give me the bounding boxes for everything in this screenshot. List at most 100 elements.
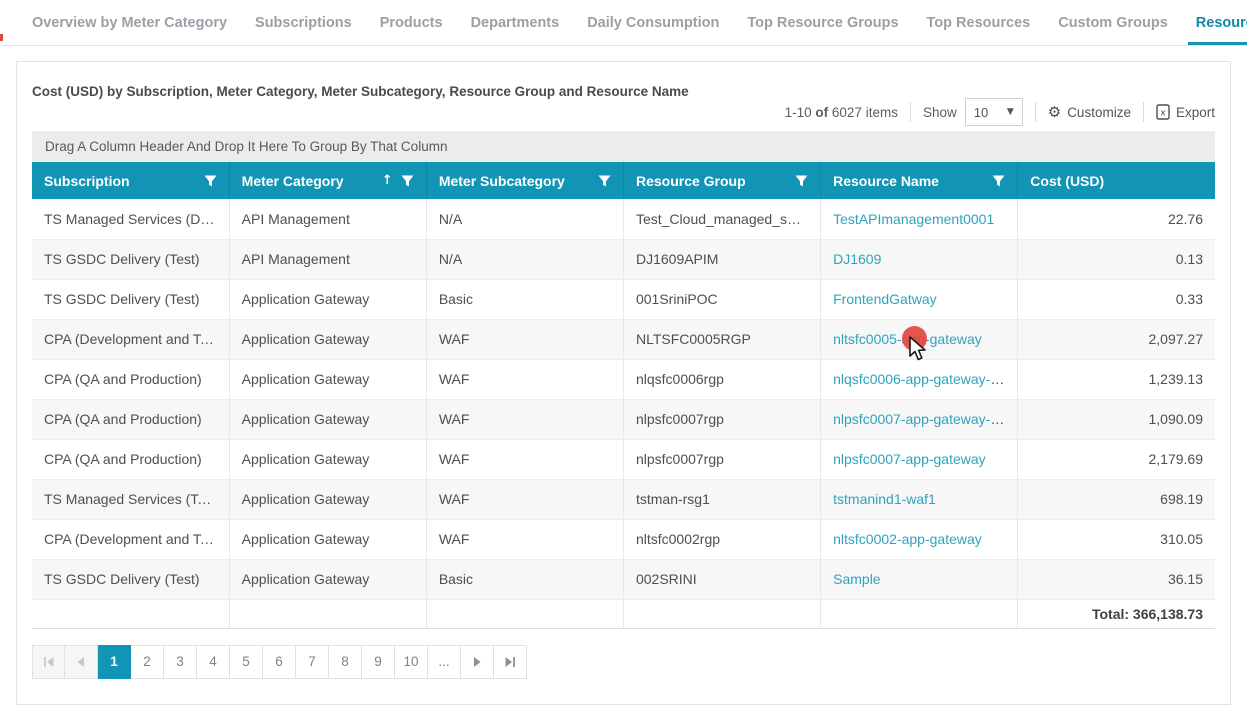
- cell-resource-name: nltsfc0002-app-gateway: [821, 519, 1018, 559]
- tab-resource-list[interactable]: Resource List: [1182, 0, 1247, 45]
- cell-meter-subcategory: WAF: [426, 479, 623, 519]
- toolbar-divider: [1035, 102, 1036, 122]
- cell-resource-group: 002SRINI: [623, 559, 820, 599]
- column-header-meter-category[interactable]: Meter Category↑: [229, 162, 426, 199]
- pager-page-6[interactable]: 6: [263, 645, 296, 679]
- pager: 12345678910...: [32, 645, 1215, 679]
- cell-resource-group: DJ1609APIM: [623, 239, 820, 279]
- resource-name-link[interactable]: nlpsfc0007-app-gateway-BO: [833, 411, 1010, 427]
- filter-icon[interactable]: [401, 175, 414, 187]
- resource-name-link[interactable]: nlqsfc0006-app-gateway-BO: [833, 371, 1010, 387]
- pager-page-4[interactable]: 4: [197, 645, 230, 679]
- cell-subscription: CPA (QA and Production): [32, 399, 229, 439]
- resource-name-link[interactable]: nltsfc0005-app-gateway: [833, 331, 982, 347]
- table-row: CPA (QA and Production)Application Gatew…: [32, 399, 1215, 439]
- cell-resource-group: nlpsfc0007rgp: [623, 439, 820, 479]
- pager-page-9[interactable]: 9: [362, 645, 395, 679]
- cell-meter-category: Application Gateway: [229, 439, 426, 479]
- column-header-subscription[interactable]: Subscription: [32, 162, 229, 199]
- pager-more-button[interactable]: ...: [428, 645, 461, 679]
- pager-next-button[interactable]: [461, 645, 494, 679]
- table-row: TS Managed Services (Dev)API ManagementN…: [32, 199, 1215, 239]
- cell-resource-name: nlqsfc0006-app-gateway-BO: [821, 359, 1018, 399]
- cell-meter-subcategory: WAF: [426, 399, 623, 439]
- svg-text:x: x: [1160, 109, 1166, 119]
- tab-departments[interactable]: Departments: [457, 0, 574, 45]
- cell-meter-subcategory: WAF: [426, 519, 623, 559]
- pager-page-8[interactable]: 8: [329, 645, 362, 679]
- tab-custom-groups[interactable]: Custom Groups: [1044, 0, 1182, 45]
- cell-subscription: TS GSDC Delivery (Test): [32, 559, 229, 599]
- customize-button[interactable]: ⚙ Customize: [1048, 103, 1131, 121]
- cell-cost: 1,090.09: [1018, 399, 1215, 439]
- column-label: Subscription: [44, 173, 130, 189]
- page-size-select[interactable]: 10 ▼: [965, 98, 1023, 126]
- tab-overview-by-meter-category[interactable]: Overview by Meter Category: [18, 0, 241, 45]
- pager-page-1[interactable]: 1: [98, 645, 131, 679]
- column-label: Resource Group: [636, 173, 746, 189]
- resource-name-link[interactable]: TestAPImanagement0001: [833, 211, 994, 227]
- resource-list-panel: Cost (USD) by Subscription, Meter Catego…: [16, 61, 1231, 705]
- export-button[interactable]: x Export: [1156, 104, 1215, 120]
- cell-subscription: CPA (QA and Production): [32, 439, 229, 479]
- filter-icon[interactable]: [992, 175, 1005, 187]
- tab-top-resource-groups[interactable]: Top Resource Groups: [733, 0, 912, 45]
- pager-page-5[interactable]: 5: [230, 645, 263, 679]
- cell-meter-subcategory: WAF: [426, 359, 623, 399]
- resource-name-link[interactable]: DJ1609: [833, 251, 881, 267]
- next-page-icon: [472, 657, 482, 667]
- resource-name-link[interactable]: nlpsfc0007-app-gateway: [833, 451, 986, 467]
- cell-meter-subcategory: N/A: [426, 199, 623, 239]
- cell-resource-name: DJ1609: [821, 239, 1018, 279]
- filter-icon[interactable]: [795, 175, 808, 187]
- pager-page-10[interactable]: 10: [395, 645, 428, 679]
- excel-export-icon: x: [1156, 104, 1170, 120]
- resource-name-link[interactable]: tstmanind1-waf1: [833, 491, 936, 507]
- cell-cost: 0.13: [1018, 239, 1215, 279]
- customize-label: Customize: [1067, 105, 1131, 120]
- resource-name-link[interactable]: FrontendGatway: [833, 291, 937, 307]
- group-drop-zone[interactable]: Drag A Column Header And Drop It Here To…: [32, 131, 1215, 162]
- filter-icon[interactable]: [598, 175, 611, 187]
- cell-resource-group: nlpsfc0007rgp: [623, 399, 820, 439]
- pager-last-button[interactable]: [494, 645, 527, 679]
- column-header-resource-name[interactable]: Resource Name: [821, 162, 1018, 199]
- column-header-cost-usd-[interactable]: Cost (USD): [1018, 162, 1215, 199]
- export-label: Export: [1176, 105, 1215, 120]
- pager-page-2[interactable]: 2: [131, 645, 164, 679]
- tab-daily-consumption[interactable]: Daily Consumption: [573, 0, 733, 45]
- filter-icon[interactable]: [204, 175, 217, 187]
- grid-footer-row: Total: 366,138.73: [32, 599, 1215, 628]
- cell-resource-group: tstman-rsg1: [623, 479, 820, 519]
- tab-products[interactable]: Products: [366, 0, 457, 45]
- range-suffix: 6027 items: [832, 105, 898, 120]
- column-header-resource-group[interactable]: Resource Group: [623, 162, 820, 199]
- tab-top-resources[interactable]: Top Resources: [913, 0, 1045, 45]
- grid-toolbar: 1-10 of 6027 items Show 10 ▼ ⚙ Customize…: [32, 95, 1215, 129]
- pager-page-7[interactable]: 7: [296, 645, 329, 679]
- table-row: CPA (Development and Test)Application Ga…: [32, 519, 1215, 559]
- cell-subscription: TS Managed Services (Test): [32, 479, 229, 519]
- cell-meter-subcategory: WAF: [426, 439, 623, 479]
- resource-name-link[interactable]: Sample: [833, 571, 880, 587]
- cell-resource-name: FrontendGatway: [821, 279, 1018, 319]
- pager-page-3[interactable]: 3: [164, 645, 197, 679]
- cell-subscription: CPA (Development and Test): [32, 519, 229, 559]
- cell-meter-category: API Management: [229, 239, 426, 279]
- resource-name-link[interactable]: nltsfc0002-app-gateway: [833, 531, 982, 547]
- cell-subscription: CPA (Development and Test): [32, 319, 229, 359]
- table-row: CPA (QA and Production)Application Gatew…: [32, 359, 1215, 399]
- page-size-value: 10: [974, 105, 988, 120]
- cell-resource-name: TestAPImanagement0001: [821, 199, 1018, 239]
- range-of: of: [815, 105, 828, 120]
- cell-meter-category: Application Gateway: [229, 399, 426, 439]
- tab-subscriptions[interactable]: Subscriptions: [241, 0, 366, 45]
- footer-cell: [426, 599, 623, 628]
- cell-subscription: TS Managed Services (Dev): [32, 199, 229, 239]
- table-row: CPA (Development and Test)Application Ga…: [32, 319, 1215, 359]
- cell-meter-subcategory: Basic: [426, 559, 623, 599]
- cell-meter-subcategory: Basic: [426, 279, 623, 319]
- column-header-meter-subcategory[interactable]: Meter Subcategory: [426, 162, 623, 199]
- cell-resource-group: NLTSFC0005RGP: [623, 319, 820, 359]
- cell-subscription: CPA (QA and Production): [32, 359, 229, 399]
